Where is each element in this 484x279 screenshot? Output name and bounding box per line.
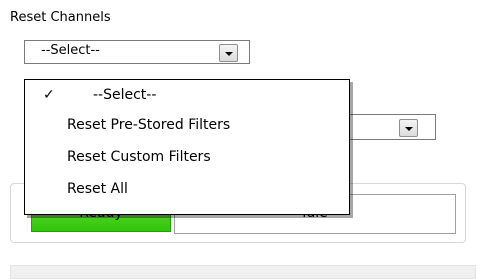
reset-channels-label: Reset Channels xyxy=(10,10,111,25)
reset-channels-select[interactable]: --Select-- xyxy=(24,40,250,64)
menu-item-reset-custom-filters[interactable]: Reset Custom Filters xyxy=(25,146,349,170)
menu-item-label: Reset Custom Filters xyxy=(67,149,211,165)
chevron-down-icon xyxy=(405,127,413,131)
menu-item-reset-all[interactable]: Reset All xyxy=(25,178,349,202)
menu-item-label: Reset Pre-Stored Filters xyxy=(67,117,231,133)
chevron-down-icon xyxy=(225,52,233,56)
menu-item-label: Reset All xyxy=(67,181,128,197)
second-select-dropdown-button[interactable] xyxy=(399,119,418,137)
menu-item-reset-pre-stored-filters[interactable]: Reset Pre-Stored Filters xyxy=(25,114,349,138)
menu-item-label: --Select-- xyxy=(93,87,157,103)
reset-channels-dropdown-button[interactable] xyxy=(219,44,238,62)
reset-channels-selected-value: --Select-- xyxy=(41,43,100,58)
bottom-panel xyxy=(10,265,476,279)
reset-channels-dropdown-menu: ✓ --Select-- Reset Pre-Stored Filters Re… xyxy=(24,79,350,215)
menu-item-select[interactable]: ✓ --Select-- xyxy=(25,84,349,108)
checkmark-icon: ✓ xyxy=(43,87,55,103)
